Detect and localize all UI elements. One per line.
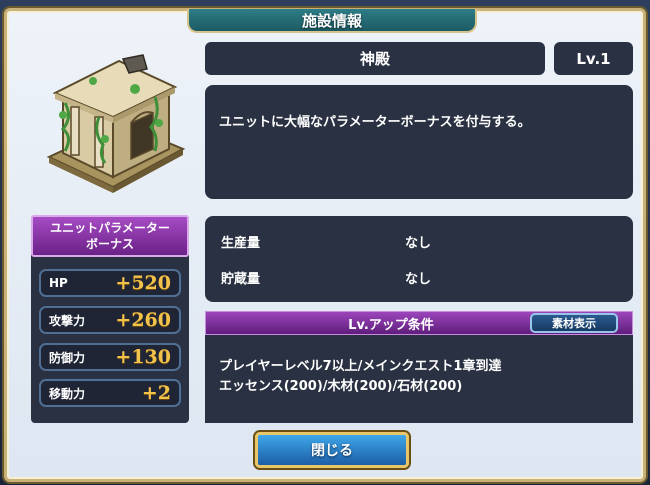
levelup-condition-line: エッセンス(200)/木材(200)/石材(200) bbox=[219, 379, 463, 394]
production-box: 生産量 なし 貯蔵量 なし bbox=[205, 216, 633, 302]
show-materials-button[interactable]: 素材表示 bbox=[530, 313, 618, 333]
facility-description: ユニットに大幅なパラメーターボーナスを付与する。 bbox=[219, 115, 531, 130]
levelup-condition-line: プレイヤーレベル7以上/メインクエスト1章到達 bbox=[219, 359, 502, 374]
stat-row-hp: HP +520 bbox=[39, 269, 181, 297]
facility-name: 神殿 bbox=[205, 42, 545, 75]
stat-row-defense: 防御力 +130 bbox=[39, 343, 181, 371]
close-button[interactable]: 閉じる bbox=[255, 432, 409, 468]
stat-label: 防御力 bbox=[49, 350, 86, 365]
stat-value: +2 bbox=[141, 382, 171, 404]
temple-ruins-icon bbox=[46, 54, 186, 193]
dialog-title: 施設情報 bbox=[301, 11, 362, 30]
parameter-bonus-title: ユニットパラメーター ボーナス bbox=[50, 221, 170, 251]
stat-label: 攻撃力 bbox=[49, 313, 86, 328]
levelup-title: Lv.アップ条件 bbox=[348, 317, 434, 333]
facility-description-box: ユニットに大幅なパラメーターボーナスを付与する。 bbox=[205, 85, 633, 199]
stat-label: HP bbox=[49, 276, 68, 290]
stat-value: +520 bbox=[115, 272, 171, 294]
stat-value: +260 bbox=[115, 309, 171, 331]
storage-label: 貯蔵量 bbox=[221, 272, 261, 287]
parameter-bonus-panel: ユニットパラメーター ボーナス HP +520 攻撃力 +260 防御力 +13… bbox=[31, 215, 189, 423]
stat-row-attack: 攻撃力 +260 bbox=[39, 306, 181, 334]
stat-row-movement: 移動力 +2 bbox=[39, 379, 181, 407]
stat-label: 移動力 bbox=[49, 386, 86, 401]
storage-value: なし bbox=[405, 272, 432, 287]
dialog-title-tab: 施設情報 bbox=[187, 9, 477, 33]
facility-level: Lv.1 bbox=[554, 42, 633, 75]
production-label: 生産量 bbox=[221, 236, 261, 251]
levelup-conditions: プレイヤーレベル7以上/メインクエスト1章到達 エッセンス(200)/木材(20… bbox=[205, 335, 633, 423]
parameter-bonus-header: ユニットパラメーター ボーナス bbox=[31, 215, 189, 257]
production-value: なし bbox=[405, 236, 432, 251]
stat-value: +130 bbox=[115, 346, 171, 368]
facility-info-dialog: 施設情報 神殿 Lv.1 ユニットに大幅なパラメーターボーナスを付与する。 ユニ… bbox=[4, 8, 646, 482]
levelup-header: Lv.アップ条件 素材表示 bbox=[205, 311, 633, 335]
